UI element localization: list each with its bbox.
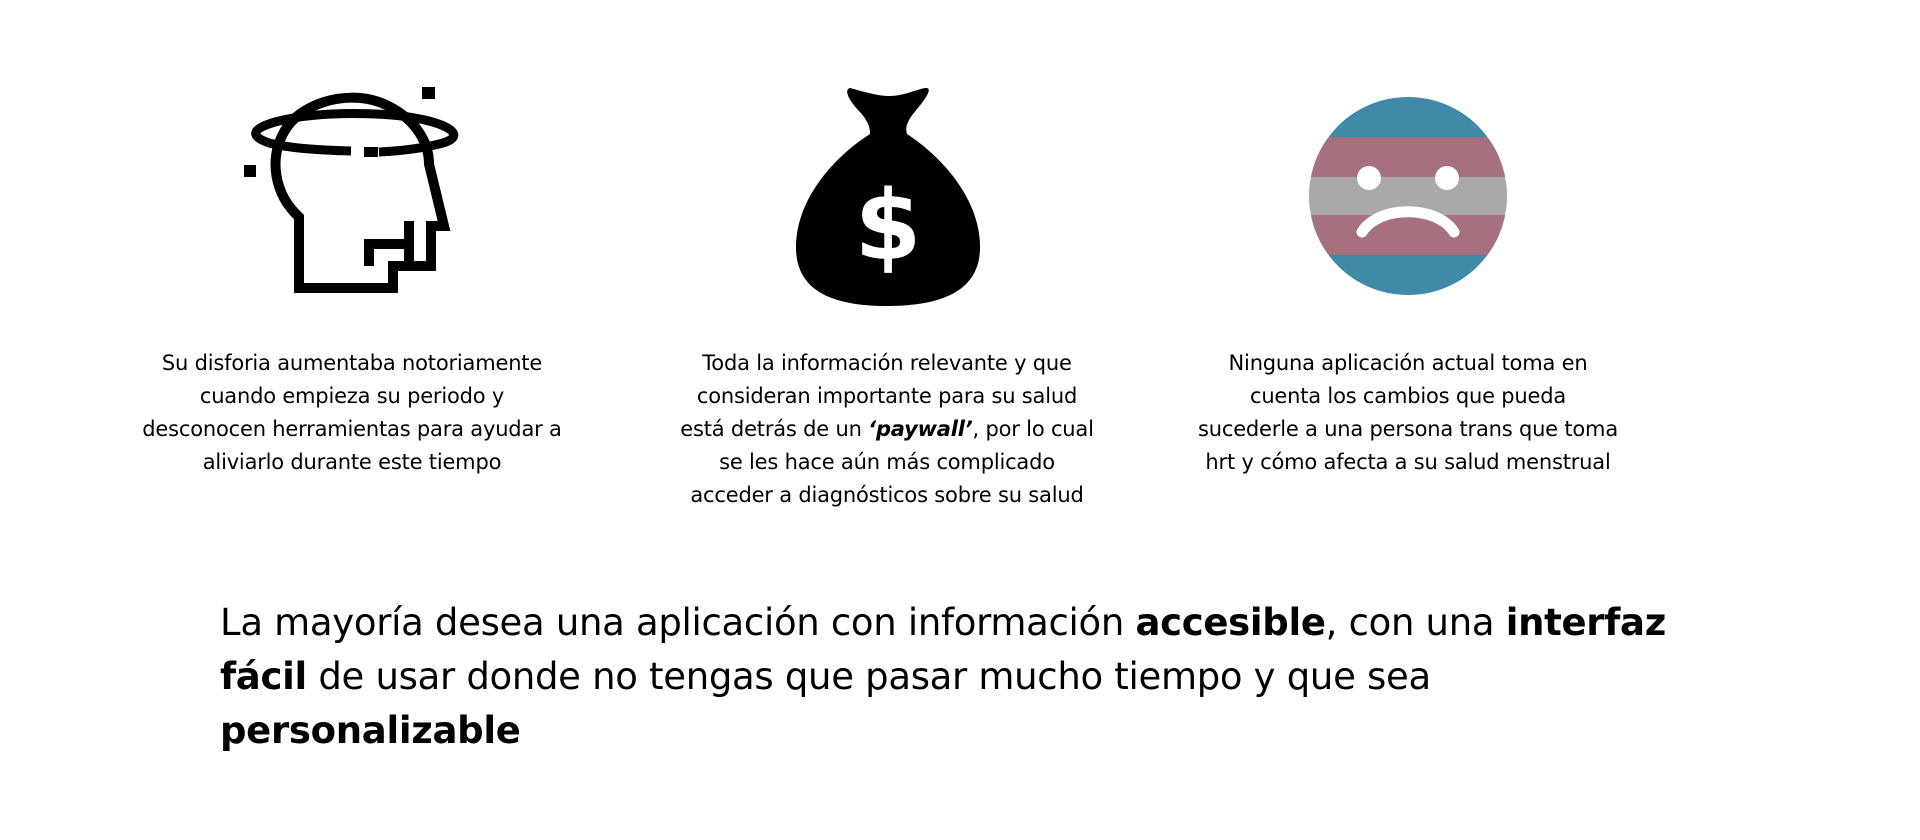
caption-paywall: Toda la información relevante y que cons… [677,347,1097,512]
svg-text:$: $ [855,170,922,282]
sad-face-trans-flag-icon [1309,97,1507,295]
summary-statement: La mayoría desea una aplicación con info… [220,596,1700,758]
statement-bold-accesible: accesible [1135,601,1326,644]
caption-paywall-emphasis: ‘paywall’ [868,417,973,441]
caption-dysphoria: Su disforia aumentaba notoriamente cuand… [142,347,562,479]
statement-bold-personalizable: personalizable [220,709,521,752]
caption-no-app: Ninguna aplicación actual toma en cuenta… [1198,347,1618,479]
statement-part-1: La mayoría desea una aplicación con info… [220,601,1136,644]
head-dysphoria-icon [244,87,458,293]
caption-no-app-text: Ninguna aplicación actual toma en cuenta… [1198,351,1618,474]
caption-dysphoria-text: Su disforia aumentaba notoriamente cuand… [142,351,562,474]
statement-part-2: , con una [1325,601,1506,644]
money-bag-icon: $ [795,87,981,306]
statement-part-3: de usar donde no tengas que pasar mucho … [306,655,1431,698]
